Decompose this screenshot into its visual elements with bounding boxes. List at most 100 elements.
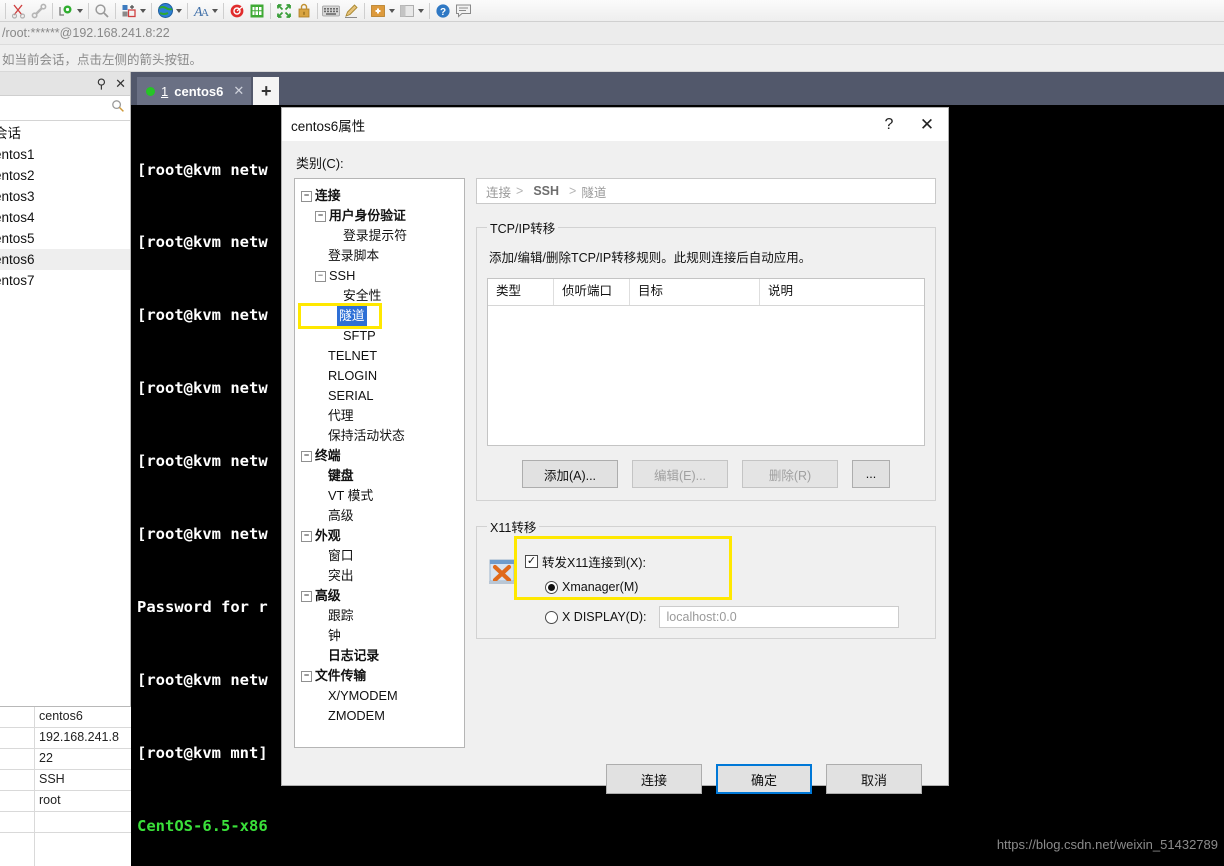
session-item-centos3[interactable]: entos3 xyxy=(0,186,130,207)
globe-icon[interactable] xyxy=(155,1,175,21)
column-header-listen-port[interactable]: 侦听端口 xyxy=(554,279,630,305)
tree-item-trace[interactable]: 跟踪 xyxy=(301,606,464,626)
session-item-centos1[interactable]: entos1 xyxy=(0,144,130,165)
session-item-centos5[interactable]: entos5 xyxy=(0,228,130,249)
tree-item-window[interactable]: 窗口 xyxy=(301,546,464,566)
chevron-down-icon[interactable] xyxy=(212,8,218,13)
tree-item-terminal-advanced[interactable]: 高级 xyxy=(301,506,464,526)
tree-item-label: 保持活动状态 xyxy=(328,428,405,443)
tree-item-appearance[interactable]: − 外观 xyxy=(301,526,464,546)
chevron-down-icon[interactable] xyxy=(140,8,146,13)
chevron-down-icon[interactable] xyxy=(418,8,424,13)
column-header-target[interactable]: 目标 xyxy=(630,279,760,305)
lock-icon[interactable] xyxy=(294,1,314,21)
chevron-down-icon[interactable] xyxy=(176,8,182,13)
edit-rule-button[interactable]: 编辑(E)... xyxy=(632,460,728,488)
dialog-titlebar[interactable]: centos6属性 ? ✕ xyxy=(282,108,948,141)
session-item-centos4[interactable]: entos4 xyxy=(0,207,130,228)
tree-item-terminal[interactable]: − 终端 xyxy=(301,446,464,466)
tree-item-rlogin[interactable]: RLOGIN xyxy=(301,366,464,386)
tree-item-login-script[interactable]: 登录脚本 xyxy=(301,246,464,266)
tree-item-sftp[interactable]: SFTP xyxy=(301,326,464,346)
add-rule-button[interactable]: 添加(A)... xyxy=(522,460,618,488)
expander-icon[interactable]: − xyxy=(315,270,326,282)
tree-item-vt-mode[interactable]: VT 模式 xyxy=(301,486,464,506)
delete-rule-button[interactable]: 删除(R) xyxy=(742,460,838,488)
expander-icon[interactable]: − xyxy=(301,450,312,462)
tab-label: centos6 xyxy=(174,83,224,99)
tree-item-tunnel[interactable]: 隧道 xyxy=(298,303,382,329)
close-icon[interactable]: ✕ xyxy=(906,115,948,135)
spreadsheet-icon[interactable] xyxy=(247,1,267,21)
layout-icon[interactable] xyxy=(119,1,139,21)
category-tree[interactable]: − 连接 − 用户身份验证 登录提示符 登录脚本 − SSH 安全性 隧道 SFTP … xyxy=(294,178,465,748)
keyboard-icon[interactable] xyxy=(321,1,341,21)
tcpip-rules-table[interactable]: 类型 侦听端口 目标 说明 xyxy=(487,278,925,446)
close-icon[interactable]: ✕ xyxy=(115,77,126,90)
tree-item-ssh[interactable]: − SSH xyxy=(301,266,464,286)
tree-item-highlight[interactable]: 突出 xyxy=(301,566,464,586)
search-input[interactable] xyxy=(0,96,130,121)
tree-item-label: SERIAL xyxy=(328,388,374,403)
tree-item-clock[interactable]: 钟 xyxy=(301,626,464,646)
tree-item-proxy[interactable]: 代理 xyxy=(301,406,464,426)
property-name-cell xyxy=(0,728,35,748)
chevron-down-icon[interactable] xyxy=(77,8,83,13)
tree-item-keepalive[interactable]: 保持活动状态 xyxy=(301,426,464,446)
tree-item-login-prompt[interactable]: 登录提示符 xyxy=(301,226,464,246)
pencil-icon[interactable] xyxy=(341,1,361,21)
tree-item-keyboard[interactable]: 键盘 xyxy=(301,466,464,486)
column-header-type[interactable]: 类型 xyxy=(488,279,554,305)
expander-icon[interactable]: − xyxy=(301,590,312,602)
split-icon[interactable] xyxy=(397,1,417,21)
forward-x11-checkbox-row[interactable]: ✓ 转发X11连接到(X): xyxy=(525,548,899,574)
search-icon[interactable] xyxy=(92,1,112,21)
settings-gear-icon[interactable] xyxy=(56,1,76,21)
tree-item-zmodem[interactable]: ZMODEM xyxy=(301,706,464,726)
tree-item-security[interactable]: 安全性 xyxy=(301,286,464,306)
more-options-button[interactable]: ... xyxy=(852,460,890,488)
tree-item-logging[interactable]: 日志记录 xyxy=(301,646,464,666)
expander-icon[interactable]: − xyxy=(301,190,312,202)
xdisplay-input[interactable]: localhost:0.0 xyxy=(658,606,899,628)
tree-item-file-transfer[interactable]: − 文件传输 xyxy=(301,666,464,686)
expander-icon[interactable]: − xyxy=(315,210,326,222)
session-item-centos6[interactable]: entos6 xyxy=(0,249,130,270)
font-icon[interactable]: AA xyxy=(191,1,211,21)
tree-item-telnet[interactable]: TELNET xyxy=(301,346,464,366)
new-tab-button[interactable]: + xyxy=(253,77,280,105)
tree-item-serial[interactable]: SERIAL xyxy=(301,386,464,406)
address-bar[interactable]: /root:******@192.168.241.8:22 xyxy=(0,22,1224,45)
chevron-down-icon[interactable] xyxy=(389,8,395,13)
chat-icon[interactable] xyxy=(453,1,473,21)
expander-icon[interactable]: − xyxy=(301,670,312,682)
session-item-centos2[interactable]: entos2 xyxy=(0,165,130,186)
help-icon[interactable]: ? xyxy=(433,1,453,21)
tree-item-user-auth[interactable]: − 用户身份验证 xyxy=(301,206,464,226)
xmanager-radio[interactable] xyxy=(545,580,558,594)
connect-button[interactable]: 连接 xyxy=(606,764,702,794)
search-icon[interactable] xyxy=(111,99,125,118)
tree-item-xymodem[interactable]: X/YMODEM xyxy=(301,686,464,706)
link-break-icon[interactable] xyxy=(29,1,49,21)
pin-icon[interactable]: ⚲ xyxy=(97,77,107,90)
close-icon[interactable]: ✕ xyxy=(233,83,244,99)
sync-icon[interactable] xyxy=(274,1,294,21)
tab-centos6[interactable]: 1 centos6 ✕ xyxy=(137,77,252,105)
xdisplay-radio[interactable] xyxy=(545,610,558,624)
xmanager-radio-row[interactable]: Xmanager(M) xyxy=(525,574,899,600)
help-icon[interactable]: ? xyxy=(872,116,906,134)
expander-icon[interactable]: − xyxy=(301,530,312,542)
forward-x11-checkbox[interactable]: ✓ xyxy=(525,554,538,568)
cut-icon[interactable] xyxy=(9,1,29,21)
add-icon[interactable] xyxy=(368,1,388,21)
session-item-centos7[interactable]: entos7 xyxy=(0,270,130,291)
column-header-description[interactable]: 说明 xyxy=(760,279,924,305)
x11-group-legend: X11转移 xyxy=(490,521,537,535)
record-icon[interactable] xyxy=(227,1,247,21)
cancel-button[interactable]: 取消 xyxy=(826,764,922,794)
tree-item-advanced[interactable]: − 高级 xyxy=(301,586,464,606)
tree-item-connection[interactable]: − 连接 xyxy=(301,186,464,206)
ok-button[interactable]: 确定 xyxy=(716,764,812,794)
xdisplay-radio-row[interactable]: X DISPLAY(D): localhost:0.0 xyxy=(525,604,899,630)
